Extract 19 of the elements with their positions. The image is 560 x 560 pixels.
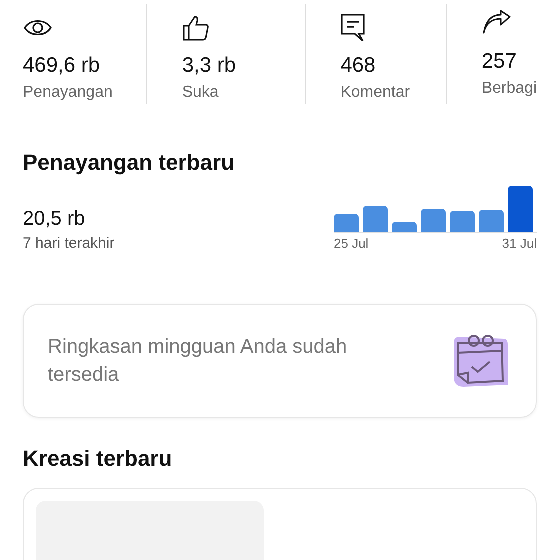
stat-label: Suka [182, 84, 219, 102]
axis-label: 25 Jul [334, 236, 369, 251]
axis-label: 31 Jul [502, 236, 537, 251]
share-arrow-icon [482, 10, 512, 34]
section-title: Kreasi terbaru [23, 446, 174, 472]
weekly-summary-card[interactable]: Ringkasan mingguan Anda sudah tersedia [23, 304, 537, 418]
stat-label: Penayangan [23, 84, 113, 102]
stat-value: 469,6 rb [23, 54, 100, 78]
stat-label: Berbagi [482, 80, 537, 98]
thumbs-up-icon [182, 14, 210, 42]
summary-text: Ringkasan mingguan Anda sudah tersedia [48, 335, 348, 388]
stat-value: 3,3 rb [182, 54, 236, 78]
section-title: Penayangan terbaru [23, 150, 236, 176]
stat-label: Komentar [340, 84, 410, 102]
comment-icon [340, 14, 365, 42]
stat-value: 257 [482, 50, 517, 74]
views-value: 20,5 rb [23, 208, 86, 231]
stat-value: 468 [340, 54, 376, 78]
period-label: 7 hari terakhir [23, 235, 115, 252]
